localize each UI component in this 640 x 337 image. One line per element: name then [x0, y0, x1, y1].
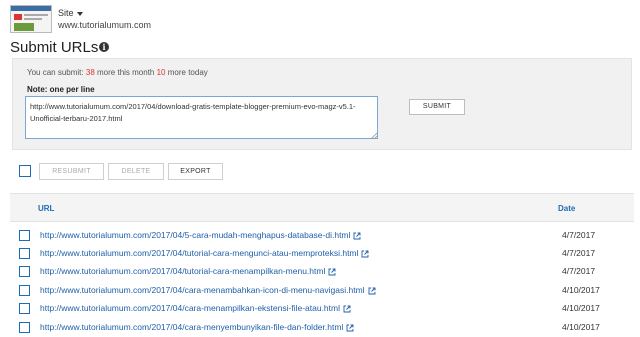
resubmit-button[interactable]: RESUBMIT	[39, 163, 104, 180]
row-date: 4/10/2017	[562, 322, 600, 332]
external-link-icon[interactable]	[368, 287, 376, 295]
table-row: http://www.tutorialumum.com/2017/04/tuto…	[10, 263, 634, 282]
site-label: Site	[58, 8, 74, 18]
url-link[interactable]: http://www.tutorialumum.com/2017/04/cara…	[40, 322, 354, 332]
row-date: 4/7/2017	[562, 266, 596, 276]
url-link[interactable]: http://www.tutorialumum.com/2017/04/tuto…	[40, 248, 369, 258]
today-count: 10	[156, 68, 166, 77]
column-header-date[interactable]: Date	[558, 204, 575, 213]
url-link[interactable]: http://www.tutorialumum.com/2017/04/5-ca…	[40, 230, 361, 240]
external-link-icon[interactable]	[353, 232, 361, 240]
row-date: 4/7/2017	[562, 230, 596, 240]
row-checkbox[interactable]	[19, 303, 30, 314]
row-checkbox[interactable]	[19, 248, 30, 259]
url-link[interactable]: http://www.tutorialumum.com/2017/04/cara…	[40, 285, 376, 295]
row-checkbox[interactable]	[19, 285, 30, 296]
submit-button[interactable]: SUBMIT	[409, 99, 465, 115]
info-icon[interactable]: i	[99, 42, 109, 52]
delete-button[interactable]: DELETE	[108, 163, 164, 180]
site-thumbnail	[10, 5, 52, 33]
external-link-icon[interactable]	[361, 250, 369, 258]
row-checkbox[interactable]	[19, 322, 30, 333]
submit-quota: You can submit: 38 more this month 10 mo…	[27, 68, 208, 77]
row-checkbox[interactable]	[19, 230, 30, 241]
column-header-url[interactable]: URL	[38, 204, 54, 213]
row-date: 4/10/2017	[562, 285, 600, 295]
table-row: http://www.tutorialumum.com/2017/04/cara…	[10, 300, 634, 319]
table-row: http://www.tutorialumum.com/2017/04/cara…	[10, 282, 634, 301]
external-link-icon[interactable]	[328, 268, 336, 276]
month-count: 38	[85, 68, 95, 77]
export-button[interactable]: EXPORT	[168, 163, 223, 180]
select-all-checkbox[interactable]	[19, 165, 31, 177]
row-date: 4/7/2017	[562, 248, 596, 258]
url-textarea[interactable]: http://www.tutorialumum.com/2017/04/down…	[25, 96, 378, 139]
url-link[interactable]: http://www.tutorialumum.com/2017/04/cara…	[40, 303, 351, 313]
external-link-icon[interactable]	[346, 324, 354, 332]
note-label: Note: one per line	[27, 85, 95, 94]
page-title: Submit URLs	[10, 39, 99, 56]
external-link-icon[interactable]	[343, 305, 351, 313]
site-selector[interactable]: Site	[58, 8, 83, 18]
table-row: http://www.tutorialumum.com/2017/04/tuto…	[10, 245, 634, 264]
submit-panel: You can submit: 38 more this month 10 mo…	[12, 58, 632, 150]
table-row: http://www.tutorialumum.com/2017/04/5-ca…	[10, 227, 634, 246]
url-link[interactable]: http://www.tutorialumum.com/2017/04/tuto…	[40, 266, 336, 276]
table-header: URL Date	[10, 193, 634, 222]
chevron-down-icon	[76, 11, 83, 16]
row-date: 4/10/2017	[562, 303, 600, 313]
row-checkbox[interactable]	[19, 266, 30, 277]
site-url: www.tutorialumum.com	[58, 20, 152, 30]
resize-grip-icon[interactable]	[370, 132, 377, 139]
table-row: http://www.tutorialumum.com/2017/04/cara…	[10, 319, 634, 337]
